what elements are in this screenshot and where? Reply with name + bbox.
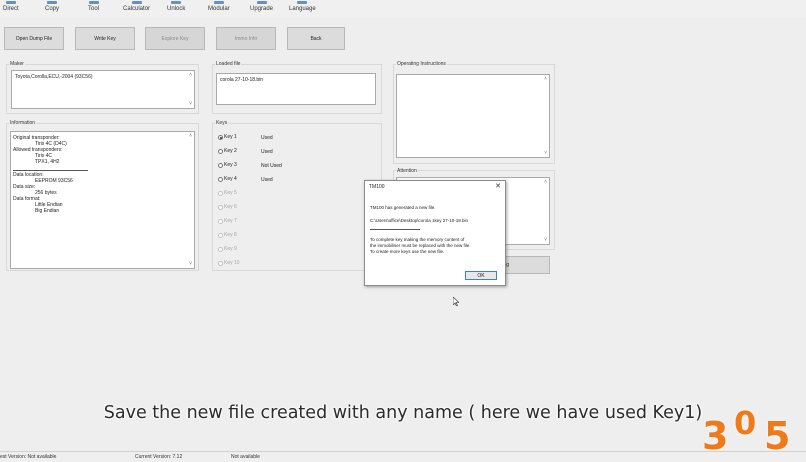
keys-group <box>212 123 382 271</box>
direct-icon <box>5 1 16 4</box>
scroll-down-icon[interactable]: ˅ <box>544 150 547 156</box>
radio-icon <box>218 190 223 196</box>
key-status: Used <box>261 177 273 183</box>
latest-version-text: est Version: Not available <box>0 454 57 460</box>
radio-icon <box>218 246 223 252</box>
scroll-up-icon[interactable]: ˄ <box>544 76 547 82</box>
dialog-message: To create more keys use the new file. <box>370 249 445 254</box>
toolbar-direct[interactable]: Direct <box>3 1 19 12</box>
radio-icon <box>218 218 223 224</box>
key-radio-4[interactable]: Key 4 <box>218 176 237 182</box>
radio-icon <box>218 148 223 154</box>
radio-icon <box>218 204 223 210</box>
ok-button[interactable]: OK <box>465 271 497 280</box>
back-button[interactable]: Back <box>287 27 345 50</box>
close-icon[interactable]: ✕ <box>495 183 501 190</box>
scroll-down-icon[interactable]: ˅ <box>189 101 192 107</box>
toolbar: Direct Copy Tool Calculator Unlock Modul… <box>0 0 806 17</box>
dialog-path: C:\Users\office\Desktop\corola 1key 27-1… <box>370 218 468 223</box>
key-radio-7[interactable]: Key 7 <box>218 218 237 224</box>
operating-instructions-label: Operating Instructions <box>396 61 447 67</box>
info-line: Data size: <box>13 184 36 190</box>
info-divider <box>13 170 88 171</box>
explore-key-button[interactable]: Explore Key <box>145 27 205 50</box>
radio-icon <box>218 232 223 238</box>
radio-icon <box>218 162 223 168</box>
loaded-file-field[interactable]: corola 27-10-18.bin <box>216 73 376 105</box>
keys-label: Keys <box>215 120 229 126</box>
open-dump-file-button[interactable]: Open Dump File <box>4 27 64 50</box>
current-version-text: Current Version: 7.12 <box>135 454 183 460</box>
unlock-icon <box>171 1 182 4</box>
operating-instructions-field[interactable]: ˄ ˅ <box>396 74 550 158</box>
dialog-title: TM100 <box>369 184 385 190</box>
toolbar-modular[interactable]: Modular <box>208 1 230 12</box>
maker-field[interactable]: Toyota,Corolla,ECU,-2004 (93C56) ˄ ˅ <box>11 70 195 109</box>
radio-checked-icon <box>218 134 223 140</box>
immo-info-button[interactable]: Immo Info <box>216 27 276 50</box>
scroll-up-icon[interactable]: ˄ <box>189 133 192 139</box>
radio-icon <box>218 176 223 182</box>
toolbar-unlock[interactable]: Unlock <box>167 1 185 12</box>
dialog-divider <box>370 229 420 230</box>
toolbar-upgrade[interactable]: Upgrade <box>250 1 273 12</box>
key-radio-2[interactable]: Key 2 <box>218 148 237 154</box>
write-key-button[interactable]: Write Key <box>75 27 135 50</box>
key-radio-3[interactable]: Key 3 <box>218 162 237 168</box>
key-status: Not Used <box>261 163 282 169</box>
key-status: Used <box>261 135 273 141</box>
toolbar-language[interactable]: Language <box>289 1 316 12</box>
key-radio-9[interactable]: Key 9 <box>218 246 237 252</box>
scroll-down-icon[interactable]: ˅ <box>189 261 192 267</box>
scroll-up-icon[interactable]: ˄ <box>189 72 192 78</box>
video-subtitle: Save the new file created with any name … <box>103 403 703 423</box>
status-bar: est Version: Not available Current Versi… <box>0 451 806 462</box>
modular-icon <box>213 1 224 4</box>
radio-icon <box>218 260 223 266</box>
tm100-dialog: TM100 ✕ TM100 has generated a new file. … <box>364 180 506 286</box>
key-radio-8[interactable]: Key 8 <box>218 232 237 238</box>
dialog-message: TM100 has generated a new file. <box>370 205 436 210</box>
tool-icon <box>88 1 99 4</box>
toolbar-tool[interactable]: Tool <box>88 1 99 12</box>
toolbar-copy[interactable]: Copy <box>45 1 59 12</box>
cursor-icon <box>453 297 459 306</box>
info-line: EEPROM 93C56 <box>35 178 73 184</box>
copy-icon <box>47 1 57 4</box>
watermark-logo: 3 0 5 <box>702 404 791 458</box>
status-text: Not available <box>231 454 260 460</box>
upgrade-icon <box>256 1 267 4</box>
maker-label: Maker <box>9 61 25 67</box>
key-status: Used <box>261 149 273 155</box>
attention-label: Attention <box>396 168 418 174</box>
key-radio-6[interactable]: Key 6 <box>218 204 237 210</box>
loaded-file-value: corola 27-10-18.bin <box>220 77 264 83</box>
key-radio-10[interactable]: Key 10 <box>218 260 240 266</box>
toolbar-calculator[interactable]: Calculator <box>123 1 150 12</box>
loaded-file-label: Loaded file <box>215 61 242 67</box>
scroll-up-icon[interactable]: ˄ <box>544 179 547 185</box>
maker-value: Toyota,Corolla,ECU,-2004 (93C56) <box>15 74 93 80</box>
scroll-down-icon[interactable]: ˅ <box>544 237 547 243</box>
key-radio-1[interactable]: Key 1 <box>218 134 237 140</box>
language-icon <box>297 1 308 4</box>
dialog-message: the immobiliser must be replaced with th… <box>370 243 471 248</box>
info-line: TPX1, 4H2 <box>35 159 60 165</box>
info-line: Big Endian <box>35 208 60 214</box>
key-radio-5[interactable]: Key 5 <box>218 190 237 196</box>
calculator-icon <box>131 1 142 4</box>
information-label: Information <box>9 120 37 126</box>
dialog-message: To complete key making the memory conten… <box>370 237 465 242</box>
